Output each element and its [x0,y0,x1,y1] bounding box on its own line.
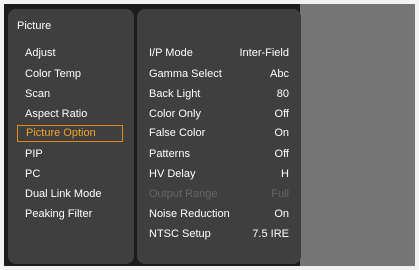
option-value: H [281,168,289,180]
option-ntsc-setup[interactable]: NTSC Setup 7.5 IRE [149,226,289,243]
option-output-range: Output Range Full [149,186,289,203]
option-value: 80 [276,88,289,100]
option-label: Gamma Select [149,68,222,80]
menu-item-peaking-filter[interactable]: Peaking Filter [25,206,92,223]
menu-item-pip[interactable]: PIP [25,146,43,163]
option-label: False Color [149,127,206,139]
menu-item-scan[interactable]: Scan [25,86,50,103]
option-value: On [274,127,289,139]
option-value: 7.5 IRE [252,228,289,240]
option-value: Off [274,108,289,120]
option-label: Patterns [149,148,190,160]
video-preview-area [300,4,415,266]
option-value: Off [274,148,289,160]
menu-item-picture-option[interactable]: Picture Option [17,125,123,142]
option-label: Output Range [149,188,218,200]
menu-item-adjust[interactable]: Adjust [25,45,56,62]
option-label: Noise Reduction [149,208,230,220]
menu-title: Picture [17,20,52,32]
option-label: NTSC Setup [149,228,211,240]
option-patterns[interactable]: Patterns Off [149,146,289,163]
menu-item-color-temp[interactable]: Color Temp [25,66,81,83]
menu-item-pc[interactable]: PC [25,166,40,183]
option-false-color[interactable]: False Color On [149,125,289,142]
option-label: HV Delay [149,168,196,180]
option-value: Abc [270,68,289,80]
option-hv-delay[interactable]: HV Delay H [149,166,289,183]
menu-item-aspect-ratio[interactable]: Aspect Ratio [25,106,87,123]
option-value: On [274,208,289,220]
option-back-light[interactable]: Back Light 80 [149,86,289,103]
option-label: Color Only [149,108,201,120]
option-noise-reduction[interactable]: Noise Reduction On [149,206,289,223]
option-ip-mode[interactable]: I/P Mode Inter-Field [149,45,289,62]
menu-item-dual-link-mode[interactable]: Dual Link Mode [25,186,101,203]
option-value: Full [271,188,289,200]
option-label: I/P Mode [149,47,193,59]
option-color-only[interactable]: Color Only Off [149,106,289,123]
option-label: Back Light [149,88,201,100]
option-gamma-select[interactable]: Gamma Select Abc [149,66,289,83]
option-value: Inter-Field [239,47,289,59]
